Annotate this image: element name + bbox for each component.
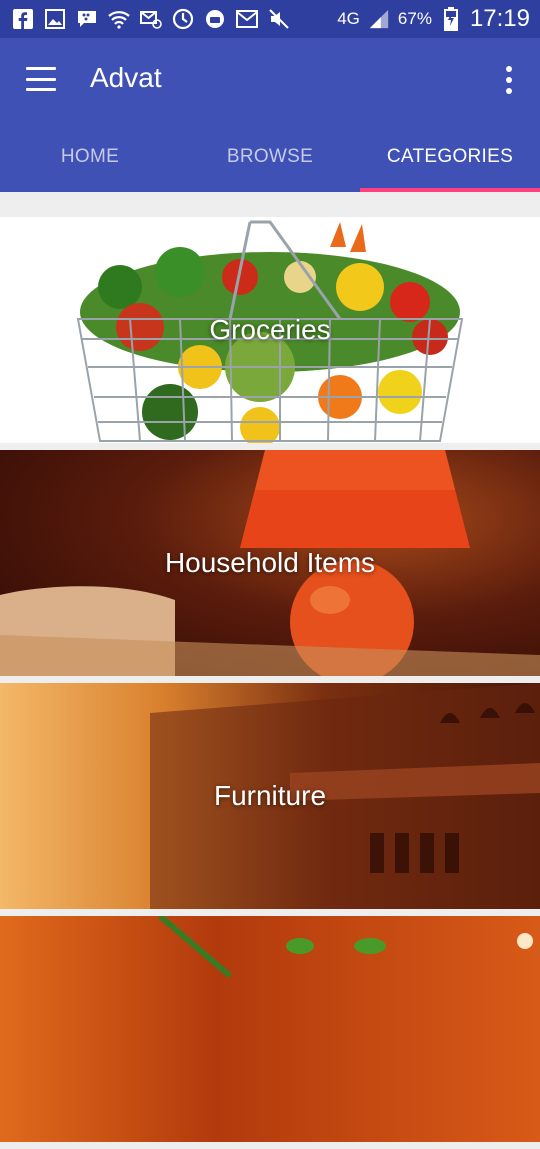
battery-percent: 67% <box>397 9 432 28</box>
category-card-household-items[interactable]: Household Items <box>0 450 540 676</box>
facebook-icon <box>12 8 34 30</box>
category-label-household-items: Household Items <box>164 547 376 578</box>
sync-icon <box>172 8 194 30</box>
category-label-groceries: Groceries <box>209 314 331 345</box>
category-card-furniture[interactable]: Furniture <box>0 683 540 909</box>
toolbar: Advat <box>0 38 540 122</box>
gallery-icon <box>44 8 66 30</box>
gmail-icon <box>236 8 258 30</box>
app-title: Advat <box>90 62 162 93</box>
network-type: 4G <box>337 9 360 28</box>
category-list: Groceries Household Items Furniture <box>0 217 540 1149</box>
category-4-image <box>158 916 533 979</box>
system-icons: 4G 67% 17:19 <box>337 0 530 38</box>
tab-home[interactable]: HOME <box>0 122 180 192</box>
tab-browse[interactable]: BROWSE <box>180 122 360 192</box>
app-bar: Advat HOME BROWSE CATEGORIES <box>0 38 540 192</box>
chat-icon <box>204 8 226 30</box>
hamburger-menu-icon[interactable] <box>26 67 56 91</box>
tab-bar: HOME BROWSE CATEGORIES <box>0 122 540 192</box>
category-card-4[interactable] <box>0 916 540 1142</box>
mute-icon <box>268 8 290 30</box>
category-label-furniture: Furniture <box>213 780 327 811</box>
clock: 17:19 <box>469 5 530 32</box>
category-card-groceries[interactable]: Groceries <box>0 217 540 443</box>
status-bar: 4G 67% 17:19 <box>0 0 540 38</box>
mail-sync-icon <box>140 8 162 30</box>
wifi-icon <box>108 8 130 30</box>
more-vert-icon[interactable] <box>504 66 514 94</box>
bbm-icon <box>76 8 98 30</box>
notification-icons <box>0 8 290 30</box>
battery-charging-icon <box>440 7 462 31</box>
signal-icon <box>368 8 390 30</box>
tab-categories[interactable]: CATEGORIES <box>360 122 540 192</box>
